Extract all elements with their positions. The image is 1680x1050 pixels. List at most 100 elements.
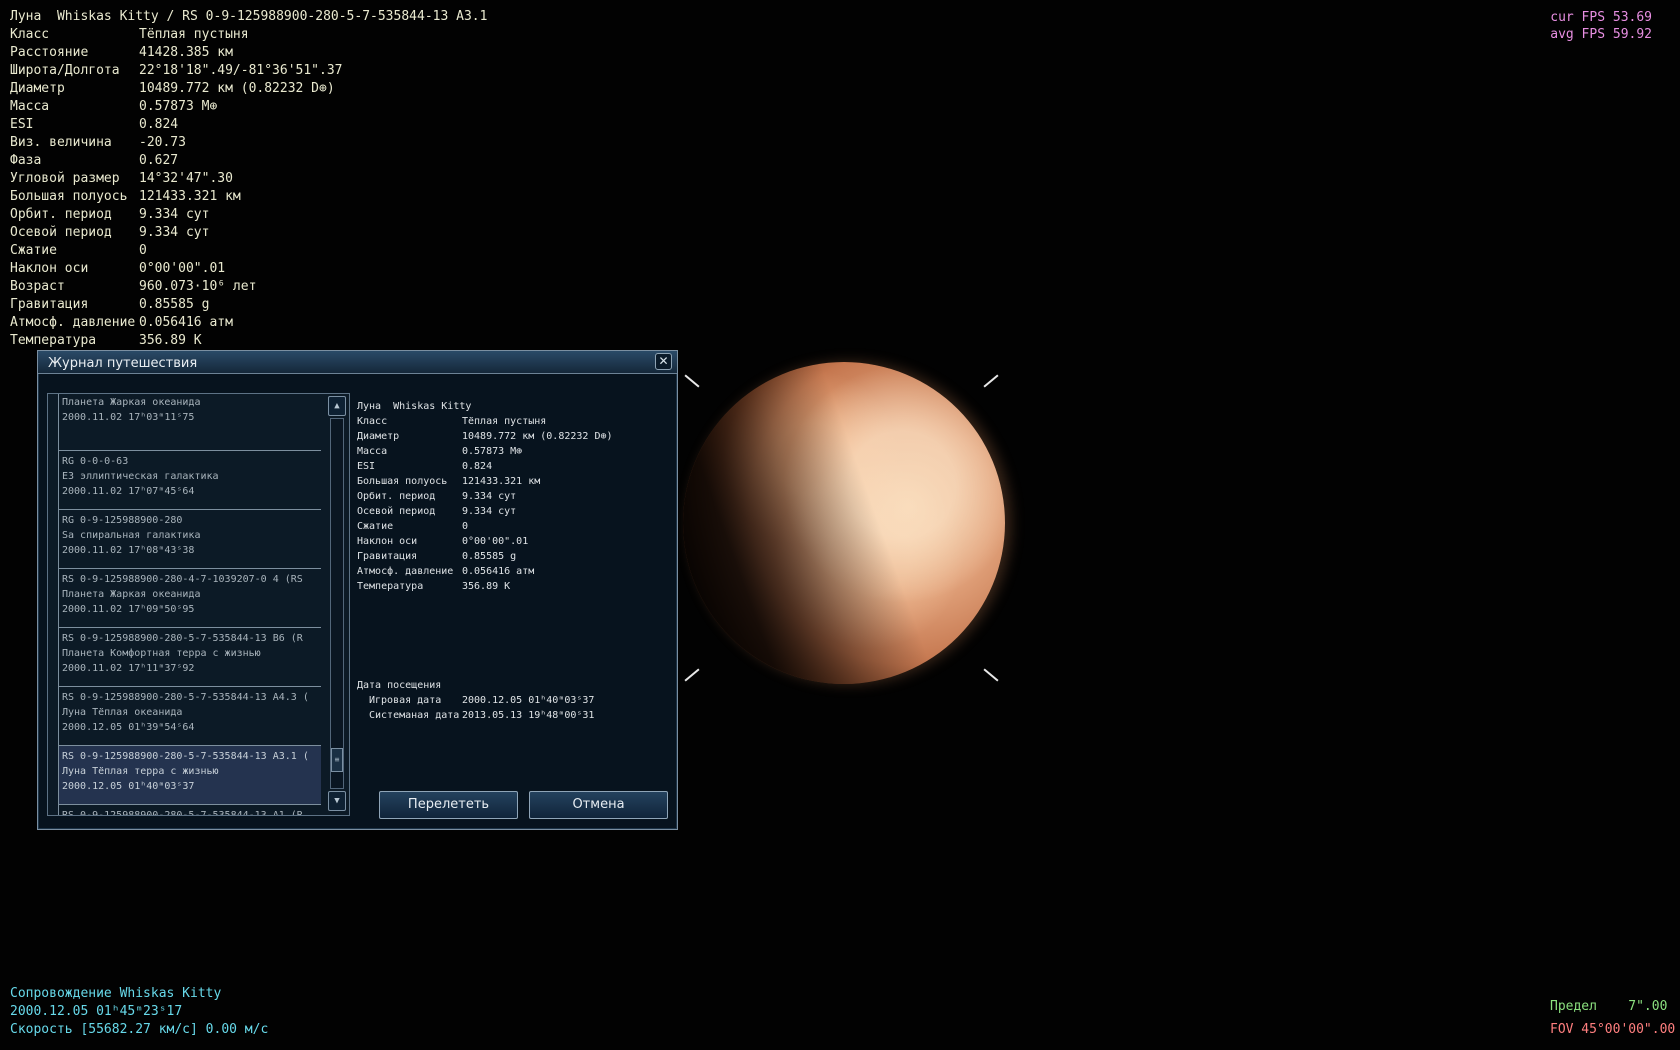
info-value: 0.056416 атм: [139, 315, 233, 330]
detail-label: Орбит. период: [357, 491, 436, 502]
info-row: Температура 356.89 K: [10, 332, 487, 350]
journal-entry-line3: 2000.11.02 17ʰ11ᵐ37ˢ92: [62, 663, 195, 674]
detail-label: Гравитация: [357, 551, 418, 562]
chevron-up-icon[interactable]: ▲: [328, 396, 346, 416]
detail-label: Осевой период: [357, 506, 436, 517]
detail-row: Гравитация 0.85585 g: [357, 549, 613, 564]
info-value: 41428.385 км: [139, 45, 233, 60]
target-bracket-top-right: [983, 374, 999, 388]
journal-entry[interactable]: RG 0-0-0-63 E3 эллиптическая галактика 200…: [58, 451, 321, 510]
journal-entry[interactable]: RS 0-9-125988900-280-4-7-1039207-0 4 (RS…: [58, 569, 321, 628]
journal-entry-details: Луна Whiskas Kitty Класс Тёплая пустыня Ди…: [357, 399, 613, 594]
info-value: Тёплая пустыня: [139, 27, 249, 42]
journal-entry[interactable]: RS 0-9-125988900-280-5-7-535844-13 A4.3 …: [58, 687, 321, 746]
journal-entry[interactable]: RG 0-9-125988900-280 Sa спиральная галакт…: [58, 510, 321, 569]
object-info-panel: Луна Whiskas Kitty / RS 0-9-125988900-28…: [10, 8, 487, 350]
detail-row: Класс Тёплая пустыня: [357, 414, 613, 429]
space-scene[interactable]: Луна Whiskas Kitty / RS 0-9-125988900-28…: [0, 0, 1680, 1050]
info-row: Масса 0.57873 M⊕: [10, 98, 487, 116]
journal-entry-line2: 2000.11.02 17ʰ03ᵐ11ˢ75: [62, 412, 195, 423]
detail-value: 9.334 сут: [462, 491, 517, 502]
info-label: ESI: [10, 117, 34, 132]
info-value: -20.73: [139, 135, 186, 150]
target-bracket-bottom-left: [684, 668, 700, 682]
journal-scrollbar[interactable]: ▲ ≡ ▼: [328, 396, 346, 811]
detail-value: Тёплая пустыня: [462, 416, 547, 427]
info-value: 0.824: [139, 117, 179, 132]
detail-label: Масса: [357, 446, 388, 457]
info-label: Гравитация: [10, 297, 89, 312]
info-row: Наклон оси 0°00'00".01: [10, 260, 487, 278]
info-label: Сжатие: [10, 243, 57, 258]
journal-entry-line3: [62, 425, 321, 440]
journal-entry-line2: Sa спиральная галактика: [62, 530, 201, 541]
info-value: 9.334 сут: [139, 207, 210, 222]
details-title: Луна Whiskas Kitty: [357, 401, 472, 412]
object-info-rows: Класс Тёплая пустыня Расстояние 41428.385 к…: [10, 26, 487, 350]
journal-entry-line1: RS 0-9-125988900-280-4-7-1039207-0 4 (RS: [62, 574, 303, 585]
journal-entry[interactable]: Планета Жаркая океанида 2000.11.02 17ʰ03ᵐ…: [58, 394, 321, 451]
visit-rows: Игровая дата 2000.12.05 01ʰ40ᵐ03ˢ37 Систем…: [357, 693, 594, 723]
journal-entry[interactable]: RS 0-9-125988900-280-5-7-535844-13 A3.1 …: [58, 746, 321, 805]
follow-status: Сопровождение Whiskas Kitty: [10, 986, 222, 1001]
journal-entry[interactable]: RS 0-9-125988900-280-5-7-535844-13 A1 (R: [58, 805, 321, 815]
journal-entry-line2: Луна Тёплая терра с жизнью: [62, 766, 219, 777]
info-label: Наклон оси: [10, 261, 89, 276]
visit-value: 2013.05.13 19ʰ48ᵐ00ˢ31: [462, 710, 595, 721]
info-row: Фаза 0.627: [10, 152, 487, 170]
detail-label: Большая полуось: [357, 476, 448, 487]
info-value: 0.57873 M⊕: [139, 99, 218, 114]
info-row: ESI 0.824: [10, 116, 487, 134]
visit-row: Системаная дата 2013.05.13 19ʰ48ᵐ00ˢ31: [357, 708, 594, 723]
journal-entry[interactable]: RS 0-9-125988900-280-5-7-535844-13 B6 (R…: [58, 628, 321, 687]
scrollbar-thumb[interactable]: ≡: [331, 748, 343, 772]
chevron-down-icon[interactable]: ▼: [328, 791, 346, 811]
dialog-header[interactable]: Журнал путешествия ✕: [38, 351, 677, 374]
journal-entry-line1: Планета Жаркая океанида: [62, 397, 201, 408]
info-value: 0.627: [139, 153, 179, 168]
detail-value: 0.056416 атм: [462, 566, 535, 577]
visit-label: Игровая дата: [369, 695, 442, 706]
detail-value: 0.824: [462, 461, 493, 472]
info-label: Виз. величина: [10, 135, 112, 150]
detail-row: Температура 356.89 K: [357, 579, 613, 594]
journal-entry-line3: 2000.11.02 17ʰ09ᵐ50ˢ95: [62, 604, 195, 615]
details-rows: Класс Тёплая пустыня Диаметр 10489.772 км (…: [357, 414, 613, 594]
detail-label: Температура: [357, 581, 424, 592]
cancel-button[interactable]: Отмена: [529, 791, 668, 819]
info-row: Широта/Долгота 22°18'18".49/-81°36'51".37: [10, 62, 487, 80]
journal-entry-line2: E3 эллиптическая галактика: [62, 471, 219, 482]
close-icon[interactable]: ✕: [655, 353, 672, 370]
detail-row: Осевой период 9.334 сут: [357, 504, 613, 519]
detail-value: 356.89 K: [462, 581, 511, 592]
detail-value: 10489.772 км (0.82232 D⊕): [462, 431, 613, 442]
detail-row: Сжатие 0: [357, 519, 613, 534]
travel-journal-dialog: Журнал путешествия ✕ Планета Жаркая океа…: [37, 350, 678, 830]
info-row: Большая полуось 121433.321 км: [10, 188, 487, 206]
detail-value: 121433.321 км: [462, 476, 541, 487]
journal-entry-line2: Планета Комфортная терра с жизнью: [62, 648, 261, 659]
info-value: 0°00'00".01: [139, 261, 226, 276]
info-value: 14°32'47".30: [139, 171, 233, 186]
info-label: Фаза: [10, 153, 42, 168]
journal-list[interactable]: Планета Жаркая океанида 2000.11.02 17ʰ03ᵐ…: [47, 393, 350, 816]
info-label: Температура: [10, 333, 97, 348]
navigation-status: Сопровождение Whiskas Kitty 2000.12.05 0…: [10, 985, 268, 1039]
current-fps: cur FPS 53.69: [1550, 10, 1652, 25]
info-row: Угловой размер 14°32'47".30: [10, 170, 487, 188]
journal-entry-line1: RS 0-9-125988900-280-5-7-535844-13 B6 (R: [62, 633, 303, 644]
info-value: 121433.321 км: [139, 189, 241, 204]
fly-to-button[interactable]: Перелететь: [379, 791, 518, 819]
detail-label: Диаметр: [357, 431, 400, 442]
journal-entry-line3: 2000.11.02 17ʰ07ᵐ45ˢ64: [62, 486, 195, 497]
info-row: Возраст 960.073·10⁶ лет: [10, 278, 487, 296]
scrollbar-track[interactable]: ≡: [330, 418, 344, 789]
visit-row: Игровая дата 2000.12.05 01ʰ40ᵐ03ˢ37: [357, 693, 594, 708]
detail-label: Атмосф. давление: [357, 566, 454, 577]
average-fps: avg FPS 59.92: [1550, 27, 1652, 42]
info-label: Масса: [10, 99, 50, 114]
detail-value: 0: [462, 521, 469, 532]
detail-value: 0.85585 g: [462, 551, 517, 562]
info-value: 0.85585 g: [139, 297, 210, 312]
journal-entry-line1: RS 0-9-125988900-280-5-7-535844-13 A4.3 …: [62, 692, 309, 703]
